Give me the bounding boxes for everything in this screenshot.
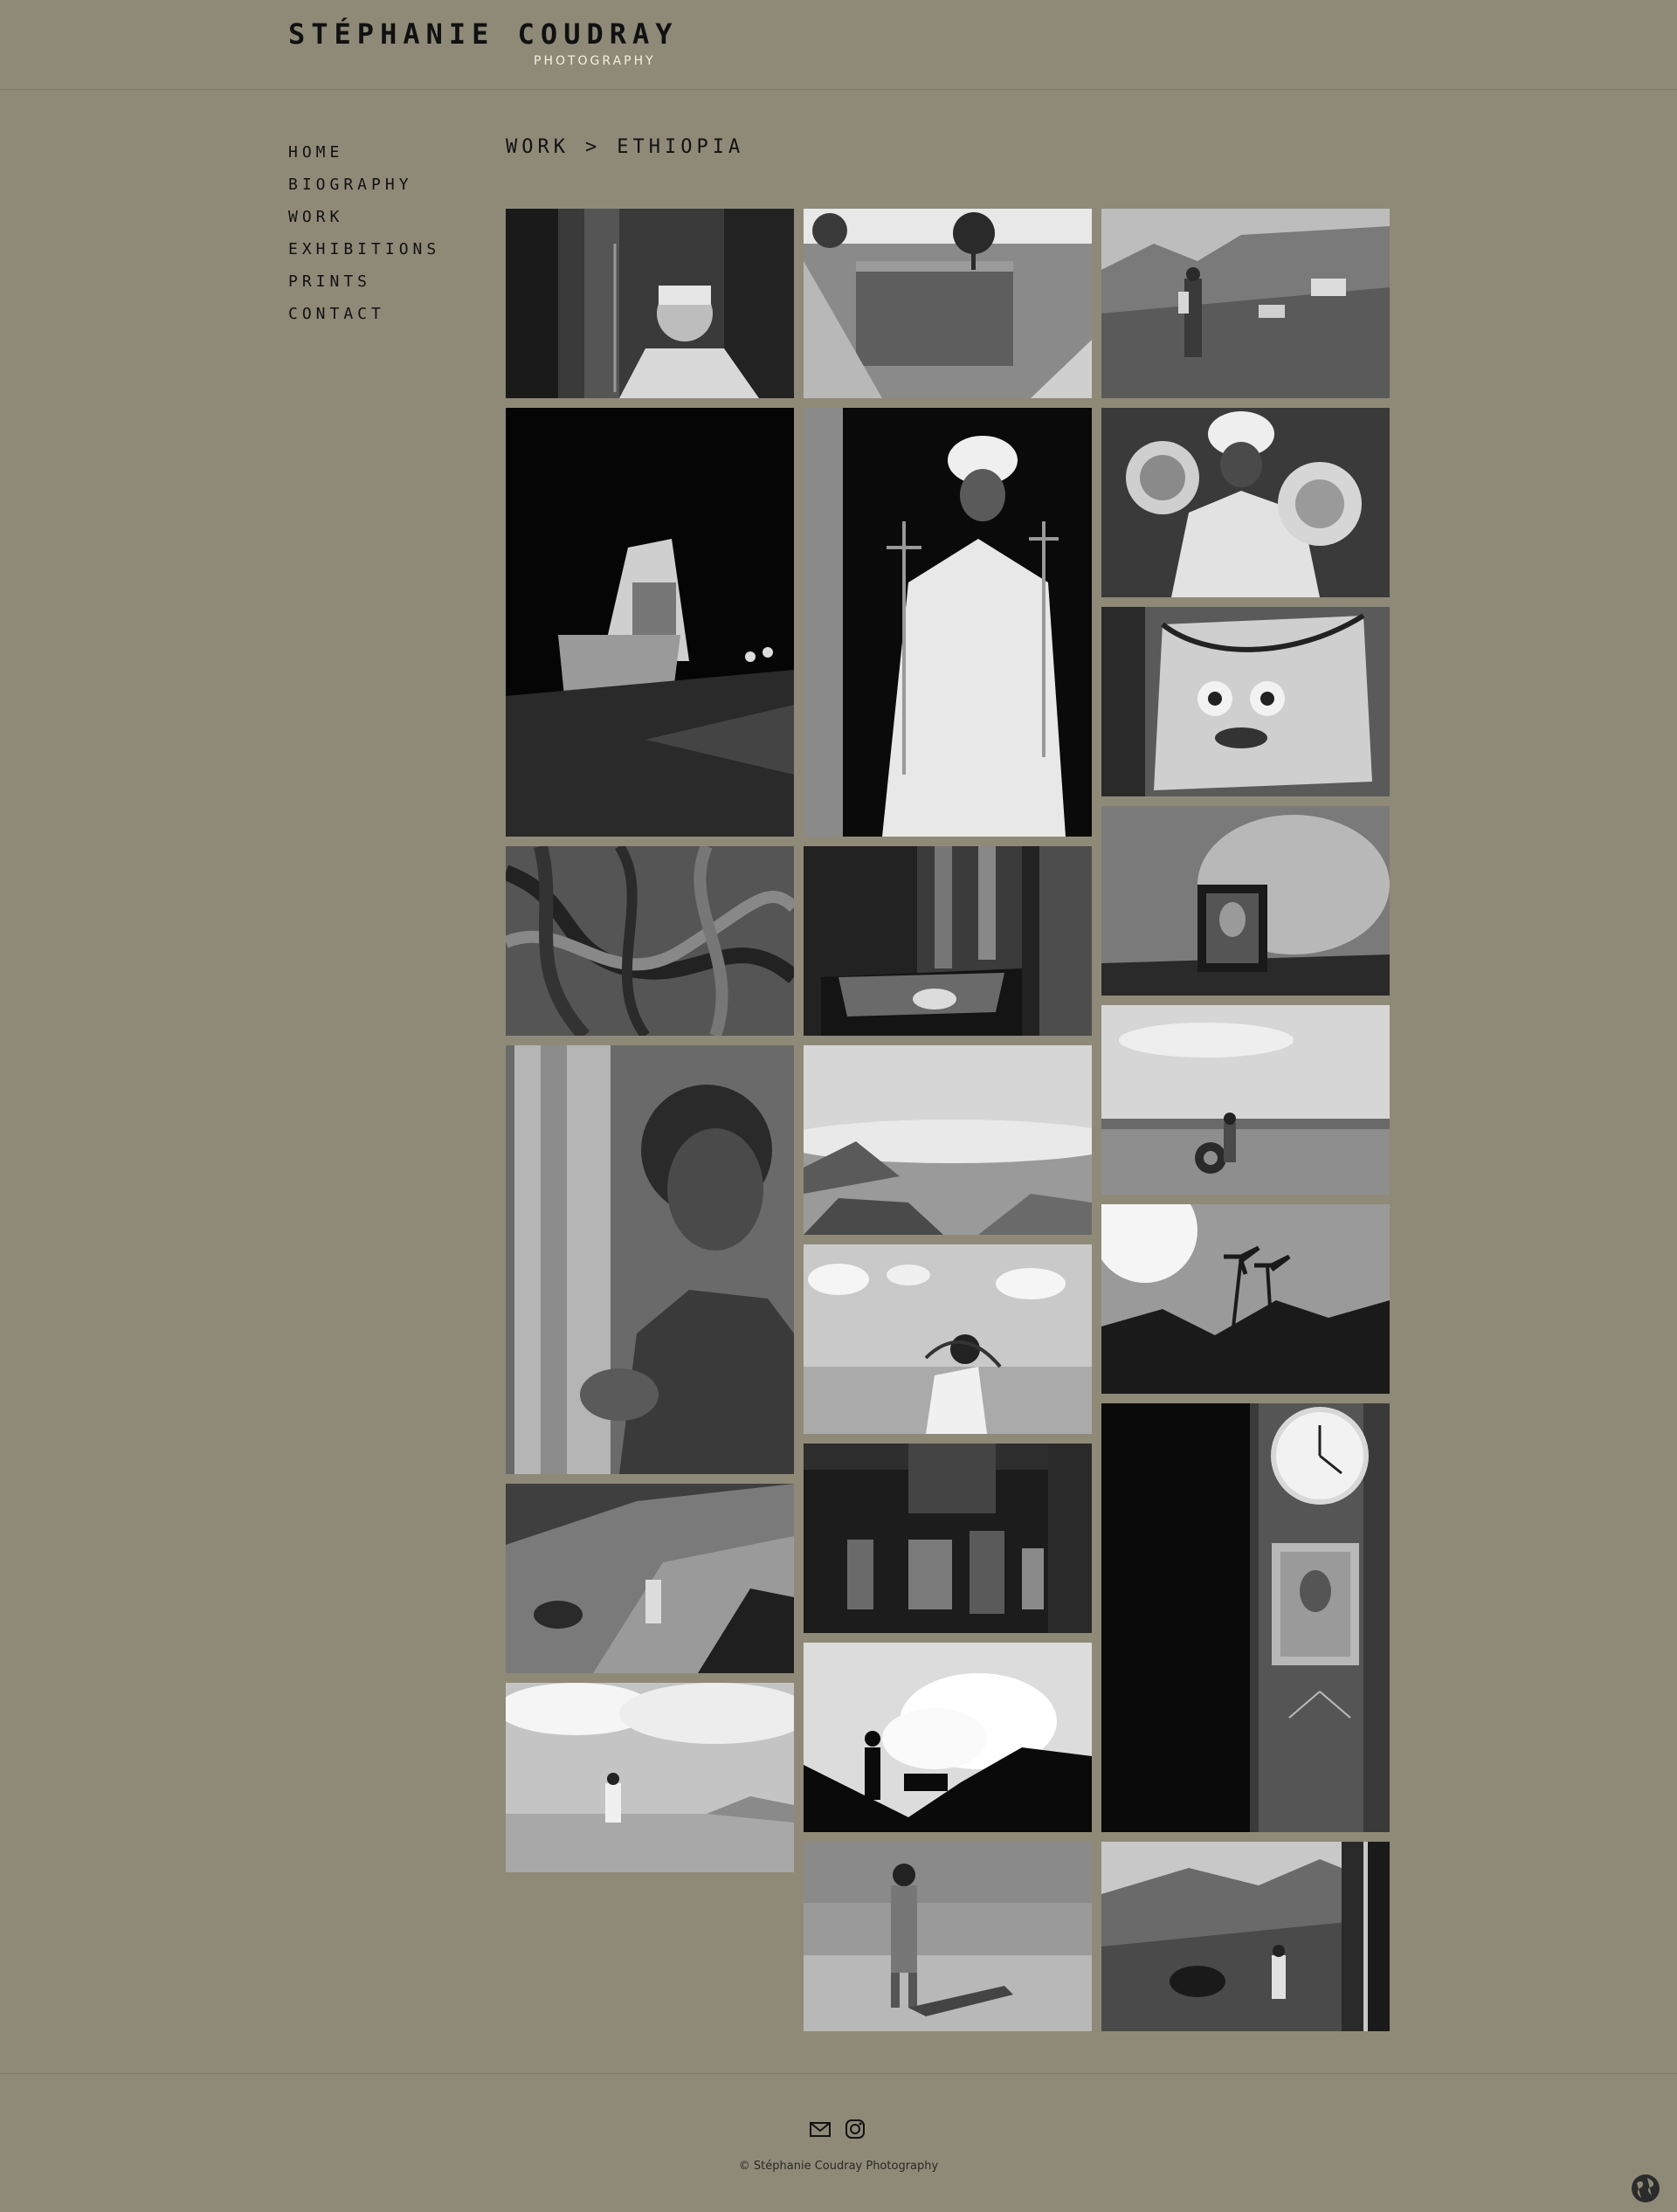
photo-tile-church-paintings[interactable] (804, 1444, 1092, 1633)
nav-item-home[interactable]: HOME (288, 142, 440, 175)
photo-tile-silhouettes-cloud[interactable] (804, 1643, 1092, 1832)
social-links (809, 2118, 870, 2144)
photo-tile-man-hillside[interactable] (1101, 209, 1390, 398)
photo-tile-volcanic-landscape[interactable] (804, 1045, 1092, 1235)
envelope-icon[interactable] (809, 2118, 832, 2140)
instagram-icon[interactable] (844, 2118, 866, 2140)
nav-item-biography[interactable]: BIOGRAPHY (288, 175, 440, 207)
photo-tile-child-field[interactable] (804, 1842, 1092, 2031)
photo-tile-priest-portrait[interactable] (506, 209, 794, 398)
nav-item-exhibitions[interactable]: EXHIBITIONS (288, 239, 440, 272)
photo-tile-priest-crosses[interactable] (804, 408, 1092, 837)
breadcrumb-parent[interactable]: WORK (506, 136, 569, 158)
copyright-text: © Stéphanie Coudray Photography (738, 2160, 939, 2173)
photo-tile-rock-church[interactable] (804, 209, 1092, 398)
nav-item-work[interactable]: WORK (288, 207, 440, 239)
site-footer: © Stéphanie Coudray Photography (0, 2073, 1677, 2212)
breadcrumb-current: ETHIOPIA (617, 136, 745, 158)
photo-tile-tree-roots[interactable] (506, 846, 794, 1036)
breadcrumb-separator: > (584, 136, 602, 158)
photo-tile-church-interior-table[interactable] (804, 846, 1092, 1036)
site-header: STÉPHANIE COUDRAY PHOTOGRAPHY (0, 0, 1677, 90)
site-name: STÉPHANIE COUDRAY (288, 17, 679, 51)
photo-tile-person-under-clouds[interactable] (506, 1683, 794, 1872)
globe-icon[interactable] (1630, 2173, 1661, 2204)
photo-tile-jesus-icon[interactable] (1101, 806, 1390, 996)
main-nav: HOME BIOGRAPHY WORK EXHIBITIONS PRINTS C… (288, 142, 440, 336)
photo-tile-girl-portrait[interactable] (506, 1045, 794, 1474)
site-tagline: PHOTOGRAPHY (534, 54, 656, 68)
breadcrumb: WORK > ETHIOPIA (506, 136, 744, 158)
site-logo[interactable]: STÉPHANIE COUDRAY PHOTOGRAPHY (288, 17, 679, 68)
photo-tile-boy-tire[interactable] (1101, 1005, 1390, 1195)
nav-item-prints[interactable]: PRINTS (288, 272, 440, 304)
photo-tile-clock-portrait[interactable] (1101, 1403, 1390, 1832)
photo-tile-priest-processional[interactable] (1101, 408, 1390, 597)
photo-tile-palm-trees[interactable] (1101, 1204, 1390, 1394)
photo-tile-rocky-hill[interactable] (506, 1484, 794, 1673)
photo-tile-man-carrying-load[interactable] (804, 1244, 1092, 1434)
photo-gallery (506, 209, 1390, 2032)
photo-tile-man-donkey[interactable] (1101, 1842, 1390, 2031)
nav-item-contact[interactable]: CONTACT (288, 304, 440, 336)
photo-tile-painted-wall[interactable] (1101, 607, 1390, 796)
photo-tile-church-altar[interactable] (506, 408, 794, 837)
